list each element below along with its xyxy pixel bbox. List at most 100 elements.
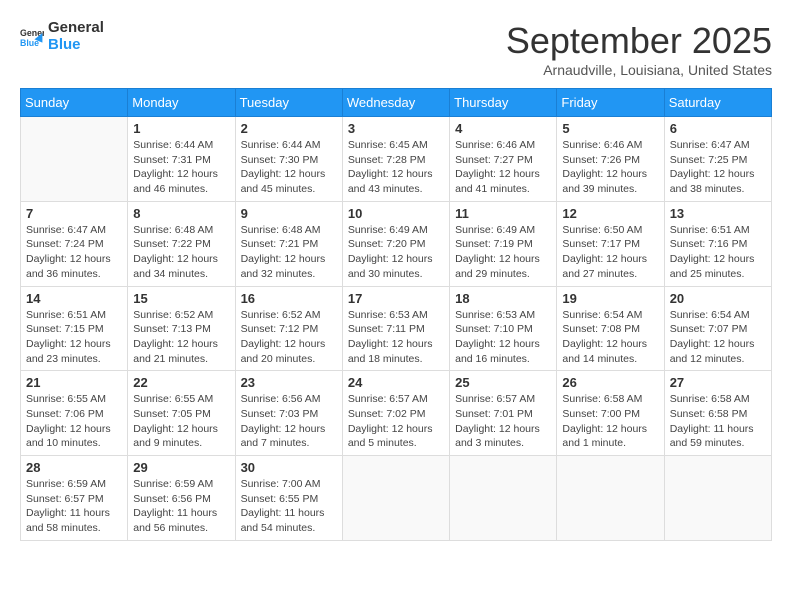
day-number: 3 xyxy=(348,121,444,136)
day-info: Sunrise: 6:54 AMSunset: 7:07 PMDaylight:… xyxy=(670,308,766,367)
day-info: Sunrise: 6:47 AMSunset: 7:25 PMDaylight:… xyxy=(670,138,766,197)
day-info: Sunrise: 6:53 AMSunset: 7:11 PMDaylight:… xyxy=(348,308,444,367)
day-number: 12 xyxy=(562,206,658,221)
day-info: Sunrise: 6:54 AMSunset: 7:08 PMDaylight:… xyxy=(562,308,658,367)
day-info: Sunrise: 6:48 AMSunset: 7:22 PMDaylight:… xyxy=(133,223,229,282)
day-info: Sunrise: 6:58 AMSunset: 6:58 PMDaylight:… xyxy=(670,392,766,451)
calendar-cell-w2-d1: 7 Sunrise: 6:47 AMSunset: 7:24 PMDaylight… xyxy=(21,201,128,286)
calendar-week-5: 28 Sunrise: 6:59 AMSunset: 6:57 PMDayligh… xyxy=(21,456,772,541)
day-number: 10 xyxy=(348,206,444,221)
calendar-cell-w3-d2: 15 Sunrise: 6:52 AMSunset: 7:13 PMDayligh… xyxy=(128,286,235,371)
calendar-cell-w1-d4: 3 Sunrise: 6:45 AMSunset: 7:28 PMDaylight… xyxy=(342,117,449,202)
logo-icon: General Blue xyxy=(20,25,44,49)
logo: General Blue General Blue xyxy=(20,20,104,53)
day-number: 2 xyxy=(241,121,337,136)
day-number: 16 xyxy=(241,291,337,306)
calendar-cell-w4-d7: 27 Sunrise: 6:58 AMSunset: 6:58 PMDayligh… xyxy=(664,371,771,456)
day-info: Sunrise: 6:46 AMSunset: 7:26 PMDaylight:… xyxy=(562,138,658,197)
day-info: Sunrise: 6:52 AMSunset: 7:13 PMDaylight:… xyxy=(133,308,229,367)
svg-text:Blue: Blue xyxy=(20,37,39,47)
day-number: 4 xyxy=(455,121,551,136)
calendar-cell-w2-d7: 13 Sunrise: 6:51 AMSunset: 7:16 PMDayligh… xyxy=(664,201,771,286)
day-info: Sunrise: 6:46 AMSunset: 7:27 PMDaylight:… xyxy=(455,138,551,197)
calendar-cell-w5-d1: 28 Sunrise: 6:59 AMSunset: 6:57 PMDayligh… xyxy=(21,456,128,541)
day-info: Sunrise: 6:48 AMSunset: 7:21 PMDaylight:… xyxy=(241,223,337,282)
day-number: 28 xyxy=(26,460,122,475)
logo-general: General xyxy=(48,20,104,37)
calendar-table: Sunday Monday Tuesday Wednesday Thursday… xyxy=(20,88,772,541)
calendar-week-3: 14Sunrise: 6:51 AMSunset: 7:15 PMDayligh… xyxy=(21,286,772,371)
day-number: 9 xyxy=(241,206,337,221)
day-info: Sunrise: 6:49 AMSunset: 7:20 PMDaylight:… xyxy=(348,223,444,282)
calendar-cell-w1-d2: 1Sunrise: 6:44 AMSunset: 7:31 PMDaylight… xyxy=(128,117,235,202)
calendar-cell-w2-d5: 11 Sunrise: 6:49 AMSunset: 7:19 PMDayligh… xyxy=(450,201,557,286)
calendar-cell-w5-d3: 30Sunrise: 7:00 AMSunset: 6:55 PMDayligh… xyxy=(235,456,342,541)
day-number: 27 xyxy=(670,375,766,390)
day-info: Sunrise: 6:52 AMSunset: 7:12 PMDaylight:… xyxy=(241,308,337,367)
day-number: 6 xyxy=(670,121,766,136)
col-thursday: Thursday xyxy=(450,89,557,117)
calendar-cell-w4-d3: 23 Sunrise: 6:56 AMSunset: 7:03 PMDayligh… xyxy=(235,371,342,456)
col-tuesday: Tuesday xyxy=(235,89,342,117)
calendar-cell-w5-d7 xyxy=(664,456,771,541)
day-info: Sunrise: 6:59 AMSunset: 6:57 PMDaylight:… xyxy=(26,477,122,536)
day-info: Sunrise: 6:57 AMSunset: 7:01 PMDaylight:… xyxy=(455,392,551,451)
day-number: 30 xyxy=(241,460,337,475)
day-number: 29 xyxy=(133,460,229,475)
calendar-week-1: 1Sunrise: 6:44 AMSunset: 7:31 PMDaylight… xyxy=(21,117,772,202)
calendar-cell-w2-d6: 12 Sunrise: 6:50 AMSunset: 7:17 PMDayligh… xyxy=(557,201,664,286)
day-info: Sunrise: 6:51 AMSunset: 7:16 PMDaylight:… xyxy=(670,223,766,282)
day-info: Sunrise: 6:45 AMSunset: 7:28 PMDaylight:… xyxy=(348,138,444,197)
day-info: Sunrise: 6:56 AMSunset: 7:03 PMDaylight:… xyxy=(241,392,337,451)
day-number: 20 xyxy=(670,291,766,306)
day-number: 8 xyxy=(133,206,229,221)
day-number: 13 xyxy=(670,206,766,221)
calendar-cell-w3-d1: 14Sunrise: 6:51 AMSunset: 7:15 PMDayligh… xyxy=(21,286,128,371)
day-number: 22 xyxy=(133,375,229,390)
calendar-cell-w2-d3: 9 Sunrise: 6:48 AMSunset: 7:21 PMDaylight… xyxy=(235,201,342,286)
calendar-cell-w3-d5: 18Sunrise: 6:53 AMSunset: 7:10 PMDayligh… xyxy=(450,286,557,371)
calendar-cell-w1-d3: 2 Sunrise: 6:44 AMSunset: 7:30 PMDaylight… xyxy=(235,117,342,202)
col-monday: Monday xyxy=(128,89,235,117)
day-number: 11 xyxy=(455,206,551,221)
day-info: Sunrise: 6:59 AMSunset: 6:56 PMDaylight:… xyxy=(133,477,229,536)
calendar-week-4: 21Sunrise: 6:55 AMSunset: 7:06 PMDayligh… xyxy=(21,371,772,456)
col-friday: Friday xyxy=(557,89,664,117)
day-info: Sunrise: 6:50 AMSunset: 7:17 PMDaylight:… xyxy=(562,223,658,282)
calendar-cell-w4-d2: 22 Sunrise: 6:55 AMSunset: 7:05 PMDayligh… xyxy=(128,371,235,456)
calendar-cell-w5-d4 xyxy=(342,456,449,541)
day-number: 18 xyxy=(455,291,551,306)
day-number: 5 xyxy=(562,121,658,136)
calendar-cell-w1-d1 xyxy=(21,117,128,202)
day-number: 1 xyxy=(133,121,229,136)
location: Arnaudville, Louisiana, United States xyxy=(506,62,772,78)
calendar-cell-w1-d5: 4 Sunrise: 6:46 AMSunset: 7:27 PMDaylight… xyxy=(450,117,557,202)
col-saturday: Saturday xyxy=(664,89,771,117)
day-info: Sunrise: 6:44 AMSunset: 7:30 PMDaylight:… xyxy=(241,138,337,197)
day-info: Sunrise: 6:55 AMSunset: 7:05 PMDaylight:… xyxy=(133,392,229,451)
month-title: September 2025 xyxy=(506,20,772,62)
calendar-cell-w4-d5: 25Sunrise: 6:57 AMSunset: 7:01 PMDayligh… xyxy=(450,371,557,456)
title-block: September 2025 Arnaudville, Louisiana, U… xyxy=(506,20,772,78)
logo-blue: Blue xyxy=(48,37,104,54)
day-info: Sunrise: 6:47 AMSunset: 7:24 PMDaylight:… xyxy=(26,223,122,282)
calendar-cell-w3-d4: 17Sunrise: 6:53 AMSunset: 7:11 PMDayligh… xyxy=(342,286,449,371)
col-wednesday: Wednesday xyxy=(342,89,449,117)
calendar-cell-w1-d6: 5 Sunrise: 6:46 AMSunset: 7:26 PMDaylight… xyxy=(557,117,664,202)
day-number: 15 xyxy=(133,291,229,306)
calendar-cell-w2-d2: 8 Sunrise: 6:48 AMSunset: 7:22 PMDaylight… xyxy=(128,201,235,286)
calendar-cell-w5-d5 xyxy=(450,456,557,541)
calendar-cell-w3-d3: 16 Sunrise: 6:52 AMSunset: 7:12 PMDayligh… xyxy=(235,286,342,371)
day-number: 19 xyxy=(562,291,658,306)
calendar-cell-w4-d6: 26Sunrise: 6:58 AMSunset: 7:00 PMDayligh… xyxy=(557,371,664,456)
calendar-cell-w3-d7: 20 Sunrise: 6:54 AMSunset: 7:07 PMDayligh… xyxy=(664,286,771,371)
day-info: Sunrise: 6:57 AMSunset: 7:02 PMDaylight:… xyxy=(348,392,444,451)
calendar-cell-w2-d4: 10 Sunrise: 6:49 AMSunset: 7:20 PMDayligh… xyxy=(342,201,449,286)
col-sunday: Sunday xyxy=(21,89,128,117)
calendar-cell-w4-d4: 24Sunrise: 6:57 AMSunset: 7:02 PMDayligh… xyxy=(342,371,449,456)
calendar-cell-w5-d2: 29 Sunrise: 6:59 AMSunset: 6:56 PMDayligh… xyxy=(128,456,235,541)
day-number: 7 xyxy=(26,206,122,221)
day-info: Sunrise: 6:49 AMSunset: 7:19 PMDaylight:… xyxy=(455,223,551,282)
day-number: 14 xyxy=(26,291,122,306)
day-number: 23 xyxy=(241,375,337,390)
